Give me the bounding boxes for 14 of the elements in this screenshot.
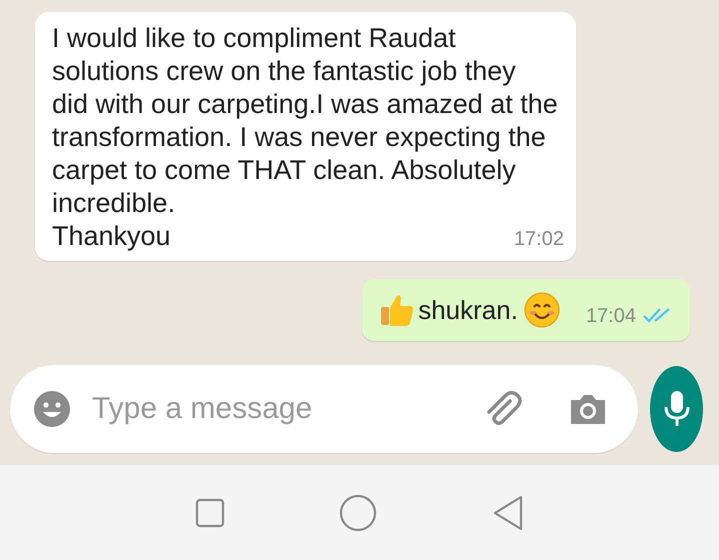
message-text: I would like to compliment Raudat solutions crew on the fantastic job they did with our carpeting.I was amazed at the transformation. I was never expecting the carpet to come THAT clean. Absolutely incredible.: [52, 22, 559, 220]
microphone-icon: [664, 390, 690, 428]
home-button[interactable]: [339, 494, 378, 532]
back-button[interactable]: [492, 494, 524, 530]
smiley-icon[interactable]: [32, 389, 72, 429]
message-input[interactable]: Type a message: [90, 391, 480, 427]
camera-icon[interactable]: [568, 392, 608, 426]
message-time: 17:04: [586, 304, 636, 328]
message-field[interactable]: Type a message: [10, 365, 638, 453]
smiling-face-icon: [524, 292, 560, 328]
recents-button[interactable]: [195, 498, 226, 528]
message-time: 17:02: [514, 228, 564, 251]
message-text: shukran.: [418, 294, 518, 326]
message-text: Thankyou: [52, 220, 171, 253]
